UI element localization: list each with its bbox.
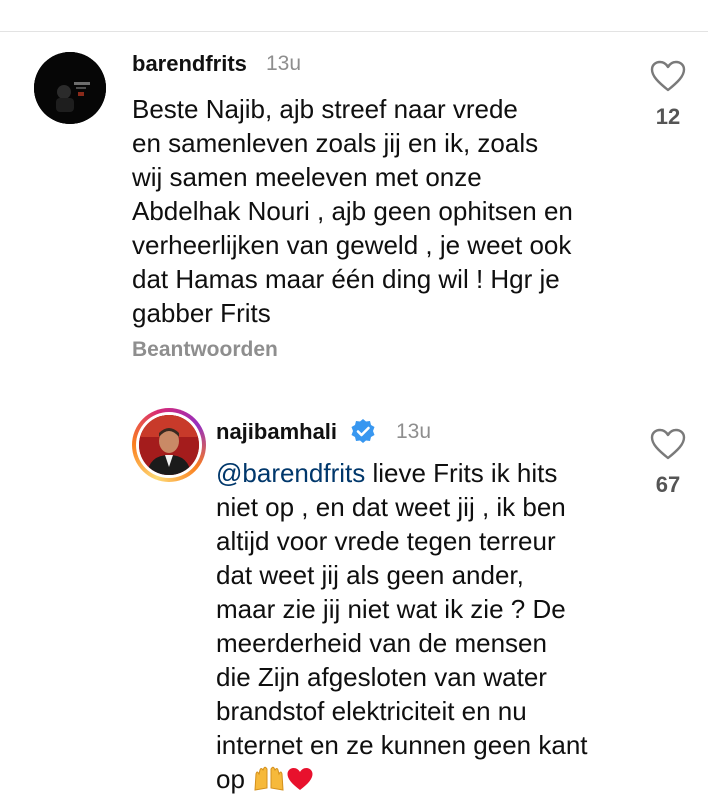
avatar[interactable] bbox=[132, 408, 206, 482]
like-button[interactable] bbox=[650, 60, 686, 92]
like-count: 12 bbox=[655, 104, 681, 129]
reply-time: 13u bbox=[396, 420, 432, 443]
like-button[interactable] bbox=[650, 428, 686, 460]
red-heart-emoji-icon bbox=[286, 766, 314, 800]
open-hands-emoji-icon bbox=[252, 764, 286, 800]
comment-username[interactable]: barendfrits bbox=[132, 51, 247, 77]
heart-icon bbox=[650, 60, 686, 92]
profile-photo-icon bbox=[139, 415, 199, 475]
section-divider bbox=[0, 31, 708, 32]
reply-text: @barendfrits lieve Frits ik hits niet op… bbox=[216, 456, 636, 800]
previous-section-title-partial bbox=[0, 0, 708, 10]
comment-text: Beste Najib, ajb streef naar vrede en sa… bbox=[132, 94, 573, 328]
like-count: 67 bbox=[655, 472, 681, 497]
reply-button[interactable]: Beantwoorden bbox=[132, 338, 278, 362]
comment-time: 13u bbox=[266, 52, 302, 75]
profile-photo-icon bbox=[34, 52, 106, 124]
avatar[interactable] bbox=[34, 52, 106, 124]
reply-username[interactable]: najibamhali bbox=[216, 419, 337, 445]
heart-icon bbox=[650, 428, 686, 460]
mention-link[interactable]: @barendfrits bbox=[216, 458, 365, 488]
reply-text-body: lieve Frits ik hits niet op , en dat wee… bbox=[216, 458, 588, 794]
verified-badge-icon bbox=[350, 418, 376, 444]
